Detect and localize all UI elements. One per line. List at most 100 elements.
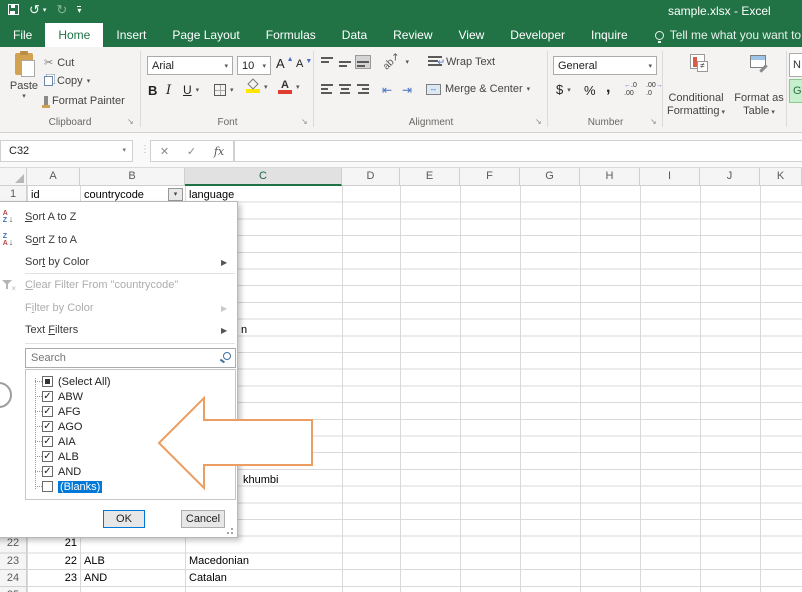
tab-home[interactable]: Home <box>45 23 103 47</box>
column-header-k[interactable]: K <box>760 168 802 185</box>
number-dialog-launcher-icon[interactable]: ↘ <box>650 117 657 126</box>
align-bottom-button[interactable] <box>356 56 370 68</box>
increase-indent-button[interactable]: ⇥ <box>402 83 412 97</box>
clipboard-dialog-launcher-icon[interactable]: ↘ <box>127 117 134 126</box>
format-as-table-label[interactable]: Format as Table ▾ <box>730 92 788 119</box>
tab-insert[interactable]: Insert <box>103 23 159 47</box>
enter-entry-icon[interactable]: ✓ <box>187 145 196 158</box>
undo-icon[interactable]: ↺ <box>29 3 40 16</box>
format-painter-button[interactable]: Format Painter <box>44 95 125 107</box>
menu-item-sort-by-color[interactable]: Sort by Color▶ <box>0 251 237 273</box>
filter-dropdown-button[interactable]: ▾ <box>168 188 183 201</box>
conditional-formatting-label[interactable]: Conditional Formatting ▾ <box>664 92 728 119</box>
font-color-button[interactable]: A ▾ <box>278 80 300 94</box>
checkbox-checked-icon[interactable]: ✓ <box>42 436 53 447</box>
conditional-formatting-button[interactable] <box>690 54 705 69</box>
format-as-table-button[interactable] <box>750 55 766 68</box>
resize-grip-icon[interactable] <box>226 527 233 534</box>
align-right-button[interactable] <box>356 83 370 95</box>
checkbox-indeterminate-icon[interactable] <box>42 376 53 387</box>
tab-data[interactable]: Data <box>329 23 380 47</box>
underline-button[interactable]: U▾ <box>183 83 199 97</box>
tab-file[interactable]: File <box>0 23 45 47</box>
align-left-button[interactable] <box>320 83 334 95</box>
shrink-font-button[interactable]: A▼ <box>296 58 312 70</box>
menu-item-sort-z-to[interactable]: ZA↓Sort Z to A <box>0 229 237 251</box>
cell-B24[interactable]: AND <box>84 570 107 587</box>
font-dialog-launcher-icon[interactable]: ↘ <box>301 117 308 126</box>
name-box-chevron-icon[interactable]: ▾ <box>122 141 126 161</box>
font-family-select[interactable]: Arial ▾ <box>147 56 233 75</box>
cell-C23[interactable]: Macedonian <box>189 553 249 570</box>
tab-view[interactable]: View <box>446 23 498 47</box>
column-header-d[interactable]: D <box>342 168 400 185</box>
cell-B23[interactable]: ALB <box>84 553 105 570</box>
cell-A24[interactable]: 23 <box>27 570 77 587</box>
filter-value-select-all[interactable]: (Select All) <box>26 374 235 389</box>
cancel-button[interactable]: Cancel <box>181 510 225 528</box>
wrap-text-button[interactable]: ↵ Wrap Text <box>428 56 495 68</box>
comma-style-button[interactable]: , <box>606 79 610 97</box>
search-input[interactable] <box>25 348 236 368</box>
ok-button[interactable]: OK <box>103 510 145 528</box>
checkbox-checked-icon[interactable]: ✓ <box>42 421 53 432</box>
increase-decimal-button[interactable]: ←.0.00 <box>624 82 637 98</box>
column-header-j[interactable]: J <box>700 168 760 185</box>
checkbox-unchecked-icon[interactable] <box>42 481 53 492</box>
column-header-a[interactable]: A <box>27 168 80 185</box>
customize-quick-access-icon[interactable]: ▾ <box>77 6 81 14</box>
tab-developer[interactable]: Developer <box>497 23 578 47</box>
checkbox-checked-icon[interactable]: ✓ <box>42 466 53 477</box>
redo-icon[interactable]: ↻ <box>56 3 67 16</box>
cell-C24[interactable]: Catalan <box>189 570 227 587</box>
borders-button[interactable]: ▾ <box>214 84 234 96</box>
number-format-select[interactable]: General ▾ <box>553 56 657 75</box>
column-header-i[interactable]: I <box>640 168 700 185</box>
cell-style-good[interactable]: G <box>789 79 802 103</box>
save-icon[interactable] <box>8 4 19 15</box>
column-header-g[interactable]: G <box>520 168 580 185</box>
menu-item-sort-a-to[interactable]: AZ↓Sort A to Z <box>0 206 237 228</box>
grow-font-button[interactable]: A▲ <box>276 56 294 71</box>
menu-item-text-filters[interactable]: Text Filters▶ <box>0 319 237 341</box>
undo-chevron-icon[interactable]: ▾ <box>43 6 47 14</box>
paste-button[interactable]: Paste ▾ <box>8 53 40 119</box>
column-header-f[interactable]: F <box>460 168 520 185</box>
column-header-e[interactable]: E <box>400 168 460 185</box>
cell-A23[interactable]: 22 <box>27 553 77 570</box>
copy-button[interactable]: Copy ▾ <box>44 75 90 87</box>
merge-center-button[interactable]: ↔ Merge & Center ▾ <box>426 83 530 95</box>
currency-button[interactable]: $▾ <box>556 82 571 97</box>
orientation-button[interactable]: ab↗▾ <box>382 56 409 67</box>
cancel-entry-icon[interactable]: ✕ <box>160 145 169 158</box>
italic-button[interactable]: I <box>166 83 171 98</box>
checkbox-checked-icon[interactable]: ✓ <box>42 406 53 417</box>
checkbox-checked-icon[interactable]: ✓ <box>42 451 53 462</box>
percent-style-button[interactable]: % <box>584 83 596 98</box>
row-header-23[interactable]: 23 <box>0 553 26 570</box>
tab-review[interactable]: Review <box>380 23 445 47</box>
row-header-25[interactable]: 25 <box>0 587 26 592</box>
align-center-button[interactable] <box>338 83 352 95</box>
tell-me-box[interactable]: Tell me what you want to do... <box>655 23 802 47</box>
tab-inquire[interactable]: Inquire <box>578 23 641 47</box>
insert-function-icon[interactable]: fx <box>214 145 224 158</box>
alignment-dialog-launcher-icon[interactable]: ↘ <box>535 117 542 126</box>
select-all-corner[interactable] <box>0 168 27 185</box>
bold-button[interactable]: B <box>148 83 157 98</box>
checkbox-checked-icon[interactable]: ✓ <box>42 391 53 402</box>
tab-page-layout[interactable]: Page Layout <box>159 23 252 47</box>
column-header-h[interactable]: H <box>580 168 640 185</box>
row-header-24[interactable]: 24 <box>0 570 26 587</box>
cell-style-normal[interactable]: N <box>789 53 802 77</box>
formula-input[interactable] <box>234 140 802 162</box>
column-header-c[interactable]: C <box>185 168 342 186</box>
cut-button[interactable]: ✂ Cut <box>44 56 74 69</box>
name-box[interactable]: C32 ▾ <box>0 140 133 162</box>
align-top-button[interactable] <box>320 56 334 68</box>
decrease-indent-button[interactable]: ⇤ <box>382 83 392 97</box>
align-middle-button[interactable] <box>338 56 352 68</box>
font-size-select[interactable]: 10 ▾ <box>237 56 271 75</box>
decrease-decimal-button[interactable]: .00→.0 <box>646 82 663 98</box>
fill-color-button[interactable]: ▾ <box>246 80 268 93</box>
